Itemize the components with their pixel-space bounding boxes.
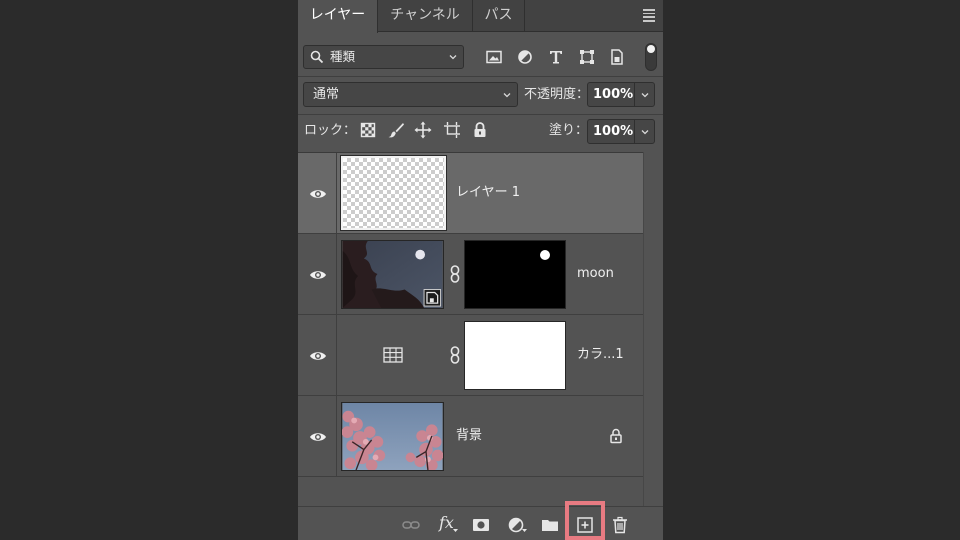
visibility-toggle[interactable] (298, 153, 337, 233)
new-layer-highlight (565, 501, 605, 540)
divider (298, 76, 663, 77)
color-lookup-icon[interactable] (383, 347, 403, 363)
search-icon (310, 50, 324, 64)
mask-link-icon[interactable] (449, 265, 461, 283)
layer-name[interactable]: カラ...1 (577, 347, 624, 363)
lock-image-pixels-icon[interactable] (387, 121, 405, 139)
lock-artboard-icon[interactable] (443, 121, 461, 139)
opacity-field[interactable]: 100% (587, 82, 655, 107)
filter-toggle[interactable] (645, 43, 657, 71)
layer-mask-thumbnail[interactable] (464, 321, 566, 390)
fill-value: 100% (593, 124, 634, 139)
layer-row-moon[interactable]: moon (298, 234, 643, 315)
shape-filter-icon[interactable] (578, 48, 596, 66)
layers-list: レイヤー 1 moon カラ...1 背景 (298, 152, 643, 477)
layers-panel: レイヤー チャンネル パス 種類 通常 不透明度： 100% ロック： 塗り： … (298, 0, 663, 540)
layer-thumbnail[interactable] (341, 240, 444, 309)
layer-row-color-adjustment[interactable]: カラ...1 (298, 315, 643, 396)
lock-position-icon[interactable] (414, 121, 432, 139)
link-layers-icon[interactable] (402, 516, 420, 534)
visibility-toggle[interactable] (298, 315, 337, 395)
eye-icon[interactable] (309, 431, 327, 443)
filter-type-select[interactable]: 種類 (303, 45, 464, 69)
layer-name[interactable]: moon (577, 266, 614, 282)
opacity-label: 不透明度： (524, 87, 590, 102)
fill-field[interactable]: 100% (587, 119, 655, 144)
layer-row-background[interactable]: 背景 (298, 396, 643, 477)
fx-icon[interactable]: fx (439, 513, 454, 532)
fill-label: 塗り： (549, 123, 589, 138)
caret-down-icon (522, 529, 527, 532)
type-filter-icon[interactable] (547, 48, 565, 66)
layer-row-layer1[interactable]: レイヤー 1 (298, 153, 643, 234)
eye-icon[interactable] (309, 188, 327, 200)
panel-tabs: レイヤー チャンネル パス (298, 0, 663, 33)
visibility-toggle[interactable] (298, 396, 337, 476)
layers-scrollbar[interactable] (643, 152, 663, 506)
divider (298, 114, 663, 115)
tab-paths[interactable]: パス (473, 0, 525, 32)
tab-layers[interactable]: レイヤー (298, 0, 378, 33)
chevron-down-icon[interactable] (641, 128, 649, 136)
lock-all-icon[interactable] (471, 121, 489, 139)
layers-bottom-bar: fx (298, 506, 663, 540)
blend-mode-label: 通常 (313, 87, 340, 102)
adjustment-filter-icon[interactable] (516, 48, 534, 66)
opacity-value: 100% (593, 87, 634, 102)
lock-transparent-pixels-icon[interactable] (359, 121, 377, 139)
mask-link-icon[interactable] (449, 346, 461, 364)
smart-object-filter-icon[interactable] (608, 48, 626, 66)
layer-thumbnail[interactable] (340, 155, 447, 231)
eye-icon[interactable] (309, 350, 327, 362)
new-group-icon[interactable] (541, 516, 559, 534)
chevron-down-icon[interactable] (641, 91, 649, 99)
eye-icon[interactable] (309, 269, 327, 281)
layer-name[interactable]: 背景 (456, 428, 482, 444)
delete-layer-icon[interactable] (611, 516, 629, 534)
tab-channels[interactable]: チャンネル (378, 0, 473, 32)
add-mask-icon[interactable] (472, 516, 490, 534)
layer-name[interactable]: レイヤー 1 (456, 185, 520, 201)
visibility-toggle[interactable] (298, 234, 337, 314)
chevron-down-icon (449, 55, 457, 60)
layer-mask-thumbnail[interactable] (464, 240, 566, 309)
caret-down-icon (453, 529, 458, 532)
layer-lock-icon[interactable] (609, 428, 623, 444)
panel-menu-icon[interactable] (643, 9, 655, 22)
image-filter-icon[interactable] (485, 48, 503, 66)
layer-thumbnail[interactable] (341, 402, 444, 471)
lock-label: ロック： (304, 123, 357, 138)
chevron-down-icon (503, 93, 511, 98)
filter-type-label: 種類 (330, 49, 356, 64)
blend-mode-select[interactable]: 通常 (303, 82, 518, 107)
